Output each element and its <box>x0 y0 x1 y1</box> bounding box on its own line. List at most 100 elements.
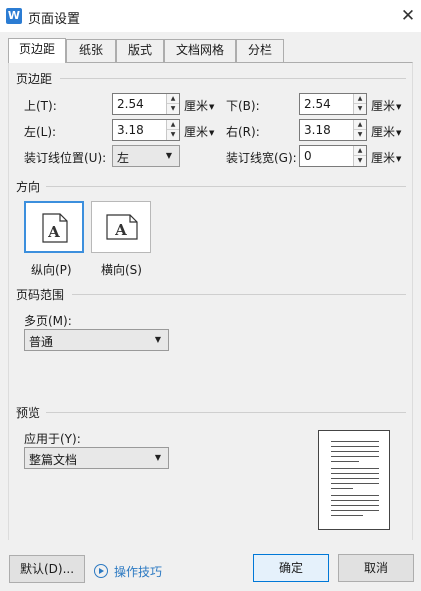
landscape-label[interactable]: 横向(S) <box>101 261 142 278</box>
tab-layout[interactable]: 版式 <box>116 39 164 62</box>
spinner-arrows: ▲ ▼ <box>353 146 366 166</box>
tab-columns[interactable]: 分栏 <box>236 39 284 62</box>
preview-line <box>331 478 379 479</box>
preview-line <box>331 495 379 496</box>
left-margin-label: 左(L): <box>24 125 57 139</box>
spin-up-icon[interactable]: ▲ <box>354 146 366 156</box>
multiple-pages-label: 多页(M): <box>24 314 72 328</box>
spin-down-icon[interactable]: ▼ <box>354 130 366 140</box>
svg-text:A: A <box>47 223 60 241</box>
section-divider <box>46 412 406 413</box>
section-divider <box>72 294 406 295</box>
caret-down-icon: ▼ <box>209 128 215 137</box>
section-title-orientation: 方向 <box>16 178 45 195</box>
spin-down-icon[interactable]: ▼ <box>167 130 179 140</box>
top-margin-spinner[interactable]: 2.54 ▲ ▼ <box>112 93 180 115</box>
gutter-width-value: 0 <box>304 149 312 163</box>
landscape-option[interactable]: A <box>91 201 151 253</box>
apply-to-label: 应用于(Y): <box>24 432 81 446</box>
gutter-width-unit-dropdown[interactable]: 厘米▼ <box>371 149 401 166</box>
tab-margins[interactable]: 页边距 <box>8 38 66 63</box>
gutter-position-label: 装订线位置(U): <box>24 151 107 165</box>
landscape-page-icon: A <box>106 214 138 240</box>
close-icon[interactable]: ✕ <box>398 6 418 26</box>
bottom-margin-spinner[interactable]: 2.54 ▲ ▼ <box>299 93 367 115</box>
cancel-button[interactable]: 取消 <box>338 554 414 582</box>
preview-line <box>331 451 379 452</box>
unit-label: 厘米 <box>184 125 209 139</box>
preview-line <box>331 441 379 442</box>
preview-line <box>331 488 353 489</box>
tab-paper[interactable]: 纸张 <box>66 39 116 62</box>
bottom-margin-unit-dropdown[interactable]: 厘米▼ <box>371 97 401 114</box>
chevron-down-icon: ▼ <box>165 151 172 160</box>
unit-label: 厘米 <box>184 99 209 113</box>
preview-line <box>331 473 379 474</box>
unit-label: 厘米 <box>371 125 396 139</box>
preview-line <box>331 500 379 501</box>
bottom-margin-label: 下(B): <box>226 99 260 113</box>
section-title-margins: 页边距 <box>16 70 57 87</box>
tab-document-grid[interactable]: 文档网格 <box>164 39 236 62</box>
unit-label: 厘米 <box>371 151 396 165</box>
right-margin-unit-dropdown[interactable]: 厘米▼ <box>371 123 401 140</box>
left-margin-spinner[interactable]: 3.18 ▲ ▼ <box>112 119 180 141</box>
spinner-arrows: ▲ ▼ <box>166 94 179 114</box>
page-preview <box>318 430 390 530</box>
left-margin-unit-dropdown[interactable]: 厘米▼ <box>184 123 214 140</box>
portrait-option[interactable]: A <box>24 201 84 253</box>
chevron-down-icon: ▼ <box>154 453 161 462</box>
unit-label: 厘米 <box>371 99 396 113</box>
top-margin-label: 上(T): <box>24 99 57 113</box>
default-button[interactable]: 默认(D)... <box>9 555 85 583</box>
multiple-pages-select[interactable]: 普通 ▼ <box>24 329 169 351</box>
spin-up-icon[interactable]: ▲ <box>167 120 179 130</box>
spin-up-icon[interactable]: ▲ <box>354 120 366 130</box>
bottom-margin-value: 2.54 <box>304 97 331 111</box>
chevron-down-icon: ▼ <box>154 335 161 344</box>
spinner-arrows: ▲ ▼ <box>353 120 366 140</box>
caret-down-icon: ▼ <box>396 154 402 163</box>
preview-line <box>331 483 379 484</box>
gutter-position-select[interactable]: 左 ▼ <box>112 145 180 167</box>
spin-down-icon[interactable]: ▼ <box>167 104 179 114</box>
caret-down-icon: ▼ <box>396 128 402 137</box>
spin-up-icon[interactable]: ▲ <box>167 94 179 104</box>
svg-text:A: A <box>114 221 127 239</box>
wps-writer-icon: W <box>6 8 22 24</box>
preview-line <box>331 456 379 457</box>
apply-to-select[interactable]: 整篇文档 ▼ <box>24 447 169 469</box>
top-margin-value: 2.54 <box>117 97 144 111</box>
section-title-preview: 预览 <box>16 404 45 421</box>
spin-down-icon[interactable]: ▼ <box>354 156 366 166</box>
title-bar: W 页面设置 ✕ <box>0 0 421 32</box>
spin-up-icon[interactable]: ▲ <box>354 94 366 104</box>
right-margin-label: 右(R): <box>226 125 260 139</box>
preview-line <box>331 446 379 447</box>
preview-line <box>331 510 379 511</box>
tips-link[interactable]: 操作技巧 <box>114 563 162 580</box>
right-margin-spinner[interactable]: 3.18 ▲ ▼ <box>299 119 367 141</box>
left-margin-value: 3.18 <box>117 123 144 137</box>
preview-line <box>331 505 379 506</box>
apply-to-value: 整篇文档 <box>29 453 78 467</box>
spinner-arrows: ▲ ▼ <box>166 120 179 140</box>
preview-line <box>331 468 379 469</box>
portrait-label[interactable]: 纵向(P) <box>31 261 72 278</box>
spinner-arrows: ▲ ▼ <box>353 94 366 114</box>
multiple-pages-value: 普通 <box>29 335 54 349</box>
ok-button[interactable]: 确定 <box>253 554 329 582</box>
section-title-page-range: 页码范围 <box>16 286 69 303</box>
section-divider <box>46 186 406 187</box>
gutter-width-spinner[interactable]: 0 ▲ ▼ <box>299 145 367 167</box>
spin-down-icon[interactable]: ▼ <box>354 104 366 114</box>
gutter-position-value: 左 <box>117 151 130 165</box>
window-title: 页面设置 <box>28 12 81 27</box>
preview-line <box>331 515 363 516</box>
preview-line <box>331 461 359 462</box>
caret-down-icon: ▼ <box>209 102 215 111</box>
gutter-width-label: 装订线宽(G): <box>226 151 297 165</box>
right-margin-value: 3.18 <box>304 123 331 137</box>
play-circle-icon[interactable] <box>94 564 108 578</box>
top-margin-unit-dropdown[interactable]: 厘米▼ <box>184 97 214 114</box>
